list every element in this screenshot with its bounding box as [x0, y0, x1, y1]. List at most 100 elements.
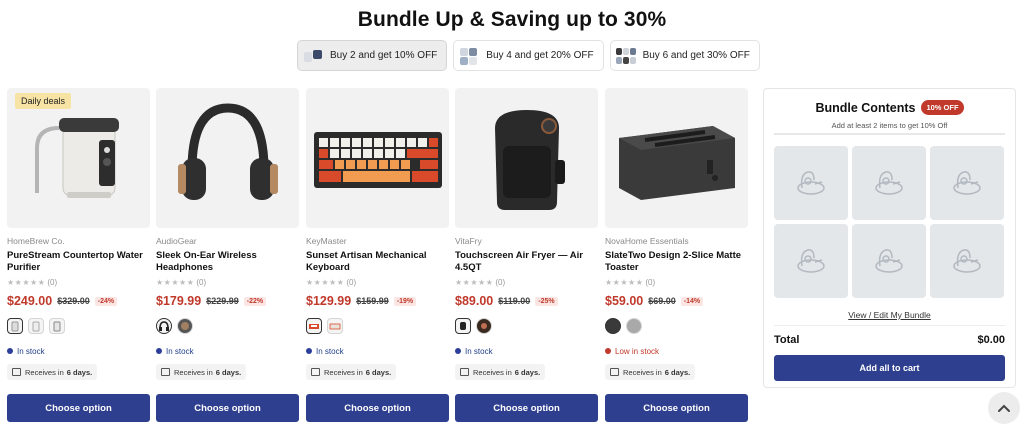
- variant-swatch[interactable]: [177, 318, 193, 334]
- product-brand: NovaHome Essentials: [605, 236, 689, 246]
- rating-stars: ★★★★★ (0): [7, 278, 150, 288]
- bundle-slot[interactable]: [930, 224, 1004, 298]
- delivery-estimate: Receives in 6 days.: [156, 364, 247, 380]
- product-name[interactable]: SlateTwo Design 2-Slice Matte Toaster: [605, 250, 748, 274]
- chevron-up-icon: [998, 404, 1010, 412]
- variant-swatch[interactable]: [28, 318, 44, 334]
- rating-stars: ★★★★★ (0): [156, 278, 299, 288]
- sale-price: $59.00: [605, 294, 644, 308]
- product-image[interactable]: [455, 88, 598, 228]
- variant-swatch[interactable]: [476, 318, 492, 334]
- choose-option-button[interactable]: Choose option: [156, 394, 299, 422]
- stock-dot-icon: [306, 348, 312, 354]
- product-card: VitaFry Touchscreen Air Fryer — Air 4.5Q…: [455, 88, 598, 381]
- variant-thumbnail-icon: [460, 322, 466, 330]
- variant-swatch[interactable]: [626, 318, 642, 334]
- product-image[interactable]: [156, 88, 299, 228]
- bundle-slot[interactable]: [852, 224, 926, 298]
- choose-option-button[interactable]: Choose option: [455, 394, 598, 422]
- bundle-slot[interactable]: [774, 224, 848, 298]
- product-brand: AudioGear: [156, 236, 197, 246]
- placeholder-icon: [875, 249, 903, 273]
- water-purifier-image: [35, 118, 119, 198]
- delivery-estimate: Receives in 6 days.: [306, 364, 397, 380]
- sale-price: $89.00: [455, 294, 494, 308]
- variant-swatch[interactable]: [7, 318, 23, 334]
- original-price: $119.00: [498, 296, 531, 306]
- sale-price: $179.99: [156, 294, 202, 308]
- product-card: AudioGear Sleek On-Ear Wireless Headphon…: [156, 88, 299, 381]
- bundle-slot[interactable]: [852, 146, 926, 220]
- product-card: Daily deals HomeBrew Co. PureStream Coun…: [7, 88, 150, 381]
- truck-icon: [161, 368, 170, 376]
- placeholder-icon: [797, 249, 825, 273]
- product-name[interactable]: Sunset Artisan Mechanical Keyboard: [306, 250, 449, 274]
- variant-swatches: [605, 318, 748, 334]
- variant-swatch[interactable]: [327, 318, 343, 334]
- star-icon: ★★★★★: [7, 278, 46, 287]
- product-brand: KeyMaster: [306, 236, 347, 246]
- original-price: $159.99: [356, 296, 389, 306]
- variant-thumbnail-icon: [159, 321, 169, 331]
- discount-badge: -22%: [243, 296, 267, 306]
- placeholder-icon: [875, 171, 903, 195]
- tab-buy-6[interactable]: Buy 6 and get 30% OFF: [609, 40, 760, 71]
- bundle-slot[interactable]: [930, 146, 1004, 220]
- divider: [774, 325, 1005, 326]
- tab-label: Buy 4 and get 20% OFF: [486, 50, 594, 61]
- bundle-contents-panel: Bundle Contents 10% OFF Add at least 2 i…: [763, 88, 1016, 388]
- product-name[interactable]: Touchscreen Air Fryer — Air 4.5QT: [455, 250, 598, 274]
- star-icon: ★★★★★: [306, 278, 345, 287]
- bundle-discount-badge: 10% OFF: [921, 100, 964, 115]
- variant-swatch[interactable]: [156, 318, 172, 334]
- variant-swatch[interactable]: [605, 318, 621, 334]
- stock-dot-icon: [156, 348, 162, 354]
- product-name[interactable]: PureStream Countertop Water Purifier: [7, 250, 150, 274]
- bundle-title: Bundle Contents: [815, 100, 916, 115]
- rating-count: (0): [346, 278, 357, 287]
- stock-status: In stock: [7, 346, 150, 356]
- rating-count: (0): [47, 278, 58, 287]
- truck-icon: [311, 368, 320, 376]
- placeholder-icon: [797, 171, 825, 195]
- product-image[interactable]: [605, 88, 748, 228]
- delivery-estimate: Receives in 6 days.: [7, 364, 98, 380]
- variant-thumbnail-icon: [481, 323, 487, 329]
- toaster-image: [619, 126, 735, 200]
- rating-count: (0): [645, 278, 656, 287]
- rating-count: (0): [495, 278, 506, 287]
- variant-swatches: [306, 318, 449, 334]
- daily-deals-badge: Daily deals: [15, 93, 72, 109]
- tab-label: Buy 6 and get 30% OFF: [642, 50, 750, 61]
- tab-buy-2[interactable]: Buy 2 and get 10% OFF: [297, 40, 448, 71]
- product-card: KeyMaster Sunset Artisan Mechanical Keyb…: [306, 88, 449, 381]
- rating-stars: ★★★★★ (0): [306, 278, 449, 288]
- sale-price: $129.99: [306, 294, 352, 308]
- variant-swatches: [7, 318, 150, 334]
- variant-swatch[interactable]: [455, 318, 471, 334]
- discount-badge: -25%: [535, 296, 558, 306]
- back-to-top-button[interactable]: [988, 392, 1020, 424]
- variant-swatches: [156, 318, 299, 334]
- discount-badge: -24%: [94, 296, 118, 306]
- choose-option-button[interactable]: Choose option: [7, 394, 150, 422]
- variant-swatch[interactable]: [49, 318, 65, 334]
- product-name[interactable]: Sleek On-Ear Wireless Headphones: [156, 250, 299, 274]
- variant-thumbnail-icon: [309, 324, 319, 329]
- rating-stars: ★★★★★ (0): [605, 278, 748, 288]
- product-image[interactable]: Daily deals: [7, 88, 150, 228]
- original-price: $69.00: [648, 296, 676, 306]
- bundle-slot[interactable]: [774, 146, 848, 220]
- variant-swatch[interactable]: [306, 318, 322, 334]
- stock-status: In stock: [156, 346, 299, 356]
- star-icon: ★★★★★: [156, 278, 195, 287]
- choose-option-button[interactable]: Choose option: [306, 394, 449, 422]
- product-image[interactable]: [306, 88, 449, 228]
- total-value: $0.00: [977, 334, 1005, 346]
- tab-buy-4[interactable]: Buy 4 and get 20% OFF: [453, 40, 604, 71]
- view-edit-bundle-link[interactable]: View / Edit My Bundle: [764, 310, 1015, 320]
- choose-option-button[interactable]: Choose option: [605, 394, 748, 422]
- add-all-to-cart-button[interactable]: Add all to cart: [774, 355, 1005, 381]
- placeholder-icon: [953, 249, 981, 273]
- truck-icon: [610, 368, 619, 376]
